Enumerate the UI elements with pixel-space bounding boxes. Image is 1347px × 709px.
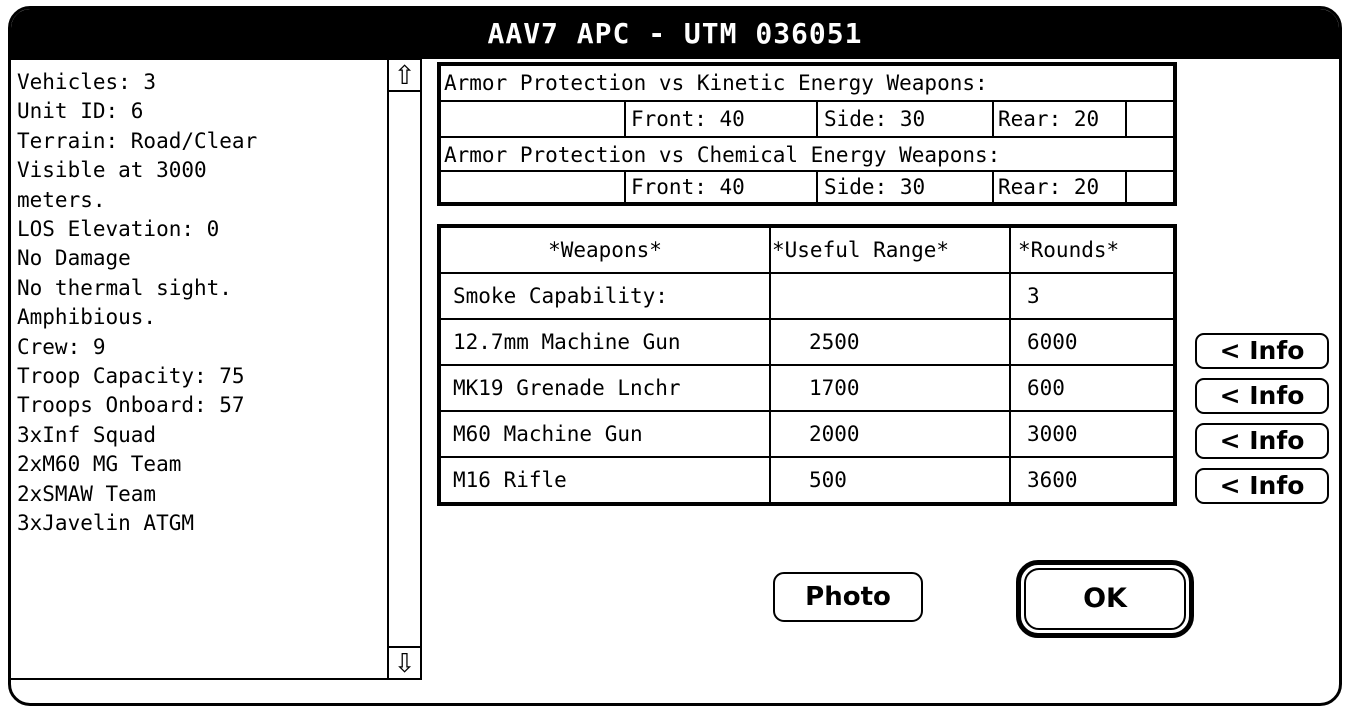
unit-info-line: Terrain: Road/Clear: [17, 128, 258, 153]
weapon-info-button[interactable]: < Info: [1195, 423, 1329, 459]
unit-info-scrollbar[interactable]: ⇧ ⇩: [387, 60, 420, 679]
armor-chemical-front: Front: 40: [631, 175, 745, 199]
weapon-info-button[interactable]: < Info: [1195, 333, 1329, 369]
unit-info-line: 3xInf Squad: [17, 422, 157, 447]
weapon-rounds: 3: [1027, 284, 1040, 308]
ok-button-label[interactable]: OK: [1024, 568, 1186, 630]
unit-info-line: 2xM60 MG Team: [17, 452, 182, 477]
unit-info-panel: Vehicles: 3 Unit ID: 6 Terrain: Road/Clear…: [9, 58, 422, 680]
weapon-range: 2500: [809, 330, 860, 354]
unit-info-line: Amphibious.: [17, 305, 157, 330]
armor-kinetic-header-row: Armor Protection vs Kinetic Energy Weapo…: [441, 66, 1173, 100]
weapon-name: M60 Machine Gun: [453, 422, 643, 446]
rounds-column-header: *Rounds*: [1018, 238, 1120, 262]
ok-button[interactable]: OK: [1016, 560, 1194, 638]
weapon-range: 500: [809, 468, 847, 492]
weapon-name: MK19 Grenade Lnchr: [453, 376, 681, 400]
weapon-name: 12.7mm Machine Gun: [453, 330, 681, 354]
weapon-info-button[interactable]: < Info: [1195, 378, 1329, 414]
unit-info-line: No thermal sight.: [17, 275, 232, 300]
useful-range-column-header: *Useful Range*: [772, 238, 950, 262]
armor-kinetic-rear: Rear: 20: [998, 107, 1100, 131]
unit-info-line: Visible at 3000: [17, 158, 207, 183]
armor-protection-table: Armor Protection vs Kinetic Energy Weapo…: [437, 62, 1177, 206]
weapons-table: *Weapons* *Useful Range* *Rounds* Smoke …: [437, 224, 1177, 506]
unit-info-line: 2xSMAW Team: [17, 481, 157, 506]
unit-info-line: Unit ID: 6: [17, 99, 144, 124]
unit-info-line: meters.: [17, 187, 106, 212]
unit-info-line: Crew: 9: [17, 334, 106, 359]
unit-info-line: LOS Elevation: 0: [17, 217, 220, 242]
weapon-rounds: 3600: [1027, 468, 1078, 492]
unit-info-line: Vehicles: 3: [17, 70, 157, 94]
weapon-name: Smoke Capability:: [453, 284, 668, 308]
weapons-column-header: *Weapons*: [548, 238, 662, 262]
armor-kinetic-front: Front: 40: [631, 107, 745, 131]
dialog-title: AAV7 APC - UTM 036051: [11, 9, 1339, 59]
unit-info-line: 3xJavelin ATGM: [17, 511, 195, 536]
weapon-range: 2000: [809, 422, 860, 446]
weapon-rounds: 600: [1027, 376, 1065, 400]
unit-info-list[interactable]: Vehicles: 3 Unit ID: 6 Terrain: Road/Clear…: [11, 60, 387, 678]
weapon-range: 1700: [809, 376, 860, 400]
armor-chemical-values-row: Front: 40 Side: 30 Rear: 20: [441, 170, 1173, 204]
weapon-rounds: 3000: [1027, 422, 1078, 446]
unit-info-line: No Damage: [17, 246, 131, 271]
armor-kinetic-values-row: Front: 40 Side: 30 Rear: 20: [441, 102, 1173, 136]
weapon-rounds: 6000: [1027, 330, 1078, 354]
armor-kinetic-header: Armor Protection vs Kinetic Energy Weapo…: [444, 71, 988, 95]
weapon-name: M16 Rifle: [453, 468, 567, 492]
armor-chemical-side: Side: 30: [824, 175, 926, 199]
scroll-up-arrow-icon[interactable]: ⇧: [389, 60, 420, 92]
armor-kinetic-side: Side: 30: [824, 107, 926, 131]
armor-chemical-header: Armor Protection vs Chemical Energy Weap…: [444, 143, 1001, 167]
armor-chemical-header-row: Armor Protection vs Chemical Energy Weap…: [441, 138, 1173, 172]
photo-button[interactable]: Photo: [773, 572, 923, 622]
unit-info-line: Troops Onboard: 57: [17, 393, 245, 418]
armor-chemical-rear: Rear: 20: [998, 175, 1100, 199]
weapon-info-button[interactable]: < Info: [1195, 468, 1329, 504]
scroll-down-arrow-icon[interactable]: ⇩: [389, 646, 420, 679]
unit-info-line: Troop Capacity: 75: [17, 364, 245, 389]
